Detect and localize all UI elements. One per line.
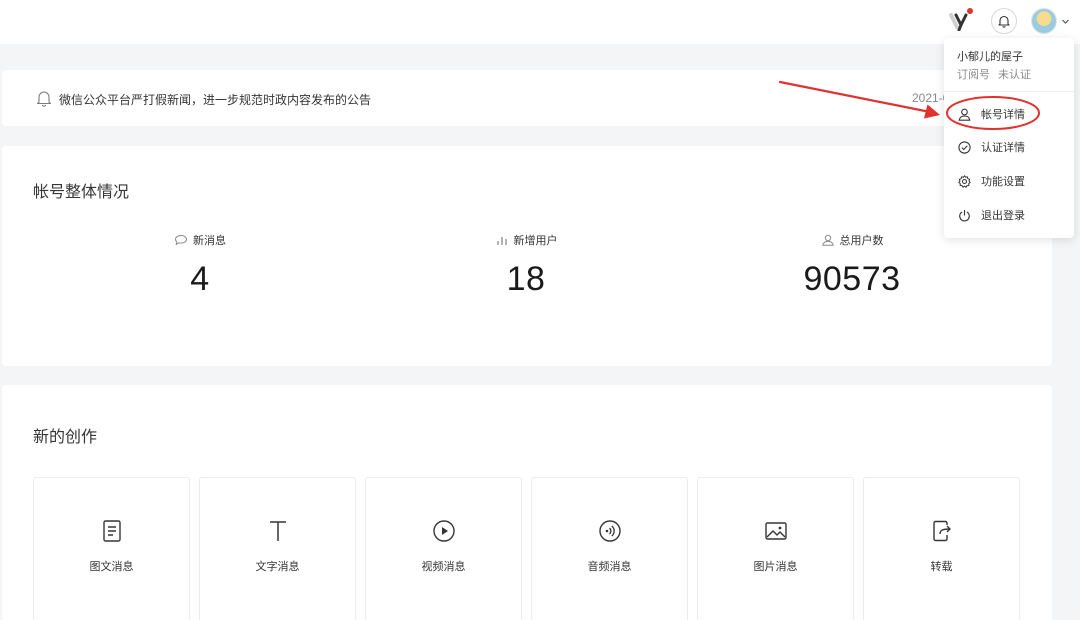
verification-status: 未认证 <box>998 69 1031 81</box>
y-brand-icon[interactable] <box>947 8 973 34</box>
menu-item-label: 功能设置 <box>981 176 1025 188</box>
creation-tiles: 图文消息 文字消息 视频消息 音频消息 图片消息 转载 <box>33 477 1020 620</box>
tile-label: 文字消息 <box>255 561 300 573</box>
account-type: 订阅号 未认证 <box>957 66 1031 82</box>
stat-total-users[interactable]: 总用户数 90573 <box>752 232 952 299</box>
account-overview-card: 帐号整体情况 新消息 4 新增用户 18 总用户数 90573 <box>2 146 1052 366</box>
divider <box>944 91 1074 92</box>
announcement-text[interactable]: 微信公众平台严打假新闻，进一步规范时政内容发布的公告 <box>59 91 371 108</box>
stat-label: 新消息 <box>193 235 226 247</box>
bell-icon <box>998 15 1010 28</box>
stat-label: 新增用户 <box>513 235 558 247</box>
image-icon <box>764 522 787 540</box>
top-bar <box>0 0 1080 44</box>
tile-label: 转载 <box>930 561 953 573</box>
audio-icon <box>598 520 621 542</box>
stat-value: 4 <box>190 260 210 298</box>
stat-value: 90573 <box>803 260 901 298</box>
new-creation-card: 新的创作 图文消息 文字消息 视频消息 音频消息 图片消息 转载 <box>2 385 1052 620</box>
tile-label: 图片消息 <box>753 561 798 573</box>
menu-item-label: 认证详情 <box>981 142 1025 154</box>
bell-icon <box>36 91 52 107</box>
gear-icon <box>958 174 971 188</box>
tile-label: 视频消息 <box>421 561 466 573</box>
chat-bubble-icon <box>174 234 188 246</box>
create-text-tile[interactable]: 文字消息 <box>199 477 356 620</box>
create-article-tile[interactable]: 图文消息 <box>33 477 190 620</box>
chevron-down-icon <box>1062 19 1069 24</box>
account-dropdown-menu: 小郁儿的屋子 订阅号 未认证 帐号详情 认证详情 功能设置 退出登录 <box>944 38 1074 238</box>
top-bar-actions <box>947 6 1070 36</box>
stat-new-users[interactable]: 新增用户 18 <box>426 232 626 299</box>
account-menu-trigger[interactable] <box>1031 8 1070 34</box>
menu-item-label: 退出登录 <box>981 210 1025 222</box>
notification-dot <box>967 8 973 14</box>
overview-title: 帐号整体情况 <box>33 184 130 201</box>
create-video-tile[interactable]: 视频消息 <box>365 477 522 620</box>
stat-new-messages[interactable]: 新消息 4 <box>100 232 300 299</box>
stat-value: 18 <box>506 260 546 298</box>
stat-label: 总用户数 <box>839 235 884 247</box>
create-title: 新的创作 <box>33 429 98 446</box>
share-icon <box>932 520 951 542</box>
account-type-label: 订阅号 <box>957 69 990 81</box>
play-icon <box>432 520 455 542</box>
document-icon <box>102 520 121 542</box>
notifications-button[interactable] <box>991 8 1017 34</box>
create-repost-tile[interactable]: 转载 <box>863 477 1020 620</box>
tile-label: 音频消息 <box>587 561 632 573</box>
menu-item-feature-settings[interactable]: 功能设置 <box>958 173 1025 189</box>
create-image-tile[interactable]: 图片消息 <box>697 477 854 620</box>
menu-item-account-details[interactable]: 帐号详情 <box>958 106 1025 122</box>
text-icon <box>269 521 286 541</box>
menu-item-label: 帐号详情 <box>981 109 1025 121</box>
menu-item-verification-details[interactable]: 认证详情 <box>958 139 1025 155</box>
create-audio-tile[interactable]: 音频消息 <box>531 477 688 620</box>
menu-item-logout[interactable]: 退出登录 <box>958 207 1025 223</box>
account-name: 小郁儿的屋子 <box>957 51 1023 63</box>
user-icon <box>958 108 971 121</box>
user-icon <box>821 234 834 246</box>
power-icon <box>959 209 970 221</box>
announcement-bar[interactable]: 微信公众平台严打假新闻，进一步规范时政内容发布的公告 2021-0 <box>2 70 1052 126</box>
bar-chart-icon <box>496 237 507 245</box>
user-avatar[interactable] <box>1031 8 1057 34</box>
check-circle-icon <box>958 140 971 154</box>
tile-label: 图文消息 <box>89 561 134 573</box>
